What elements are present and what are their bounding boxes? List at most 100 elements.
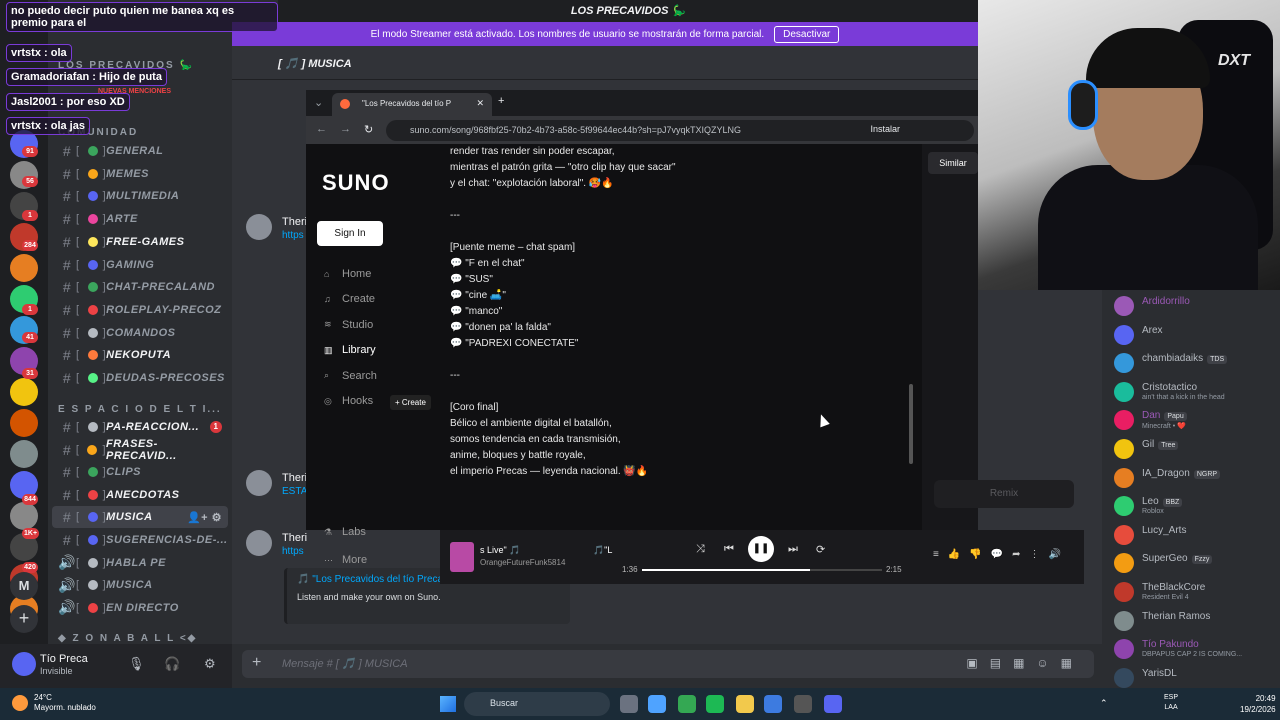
member-item[interactable]: TheBlackCore Resident Evil 4	[1114, 578, 1280, 606]
track-actions-icon[interactable]: ≡👍👎💬➦⋮🔊	[933, 549, 1070, 560]
settings-icon[interactable]: ⚙	[204, 656, 216, 672]
chevron-down-icon[interactable]: ⌄	[314, 96, 323, 109]
avatar[interactable]	[1114, 324, 1134, 345]
close-tab-icon[interactable]: ✕	[476, 98, 484, 109]
channel-deudas-precoses[interactable]: # [ ] DEUDAS-PRECOSES	[52, 367, 228, 389]
member-name[interactable]: Cristotactico	[1142, 382, 1197, 393]
member-name[interactable]: Leo BBZ	[1142, 496, 1183, 508]
message-author[interactable]: Theri	[282, 216, 307, 228]
headphones-icon[interactable]: 🎧	[164, 656, 180, 672]
url-text[interactable]: suno.com/song/968fbf25-70b2-4b73-a58c-5f…	[410, 125, 741, 135]
avatar[interactable]	[12, 652, 36, 676]
tray-overflow-icon[interactable]: ⌃	[1100, 698, 1108, 709]
avatar[interactable]	[1114, 467, 1134, 488]
create-button[interactable]: + Create	[390, 395, 431, 410]
file-explorer-icon[interactable]	[736, 695, 754, 713]
avatar[interactable]	[1114, 496, 1134, 517]
channel-free-games[interactable]: # [ ] FREE-GAMES	[52, 231, 228, 253]
channel-clips[interactable]: # [ ] CLIPS	[52, 461, 228, 483]
xbox-icon[interactable]	[706, 695, 724, 713]
add-server-icon[interactable]: +	[10, 605, 38, 633]
channel-musica[interactable]: # [ ] MUSICA 👤+ ⚙	[52, 506, 228, 529]
new-tab-icon[interactable]: +	[498, 95, 504, 107]
nav-labs[interactable]: ⚗ Labs	[324, 526, 366, 538]
weather-icon[interactable]	[12, 695, 28, 711]
member-name[interactable]: chambiadaiks TDS	[1142, 353, 1228, 365]
channel-roleplay-precoz[interactable]: # [ ] ROLEPLAY-PRECOZ	[52, 299, 228, 321]
member-item[interactable]: Tío Pakundo DBPAPUS CAP 2 IS COMING...	[1114, 635, 1280, 663]
member-item[interactable]: Leo BBZ Roblox	[1114, 492, 1280, 520]
message-avatar[interactable]	[246, 470, 272, 496]
server-icon[interactable]	[10, 502, 38, 530]
channel-settings-icon[interactable]: 👤+ ⚙	[187, 511, 222, 524]
back-icon[interactable]: ←	[316, 123, 327, 135]
discord-icon[interactable]	[824, 695, 842, 713]
member-name[interactable]: Ardidorrillo	[1142, 296, 1190, 307]
progress-bar[interactable]	[642, 569, 882, 571]
store-icon[interactable]	[764, 695, 782, 713]
avatar[interactable]	[1114, 439, 1134, 459]
avatar[interactable]	[1114, 353, 1134, 374]
channel-anecdotas[interactable]: # [ ] ANECDOTAS	[52, 484, 228, 506]
channel-comandos[interactable]: # [ ] COMANDOS	[52, 322, 228, 344]
channel-pa-reaccion-[interactable]: # [ ] PA-REACCION... 1	[52, 416, 228, 438]
member-item[interactable]: Cristotactico ain't that a kick in the he…	[1114, 378, 1280, 406]
avatar[interactable]	[1114, 610, 1134, 631]
channel-habla-pe[interactable]: 🔊 [ ] HABLA PE	[52, 552, 228, 574]
cover-art[interactable]	[450, 542, 474, 572]
member-item[interactable]: Dan Papu Minecraft • ❤️	[1114, 406, 1280, 434]
member-item[interactable]: IA_Dragon NGRP	[1114, 464, 1280, 492]
add-attachment-icon[interactable]: +	[252, 654, 261, 672]
nav-library[interactable]: ▥ Library	[324, 344, 376, 356]
avatar[interactable]	[1114, 381, 1134, 402]
message-avatar[interactable]	[246, 530, 272, 556]
avatar[interactable]	[1114, 639, 1134, 660]
channel-chat-precaland[interactable]: # [ ] CHAT-PRECALAND	[52, 276, 228, 298]
start-icon[interactable]	[440, 696, 456, 712]
avatar[interactable]	[1114, 582, 1134, 602]
server-icon[interactable]	[10, 409, 38, 437]
server-letter-m[interactable]: M	[10, 572, 38, 600]
channel-nekoputa[interactable]: # [ ] NEKOPUTA	[52, 344, 228, 366]
channel-musica[interactable]: 🔊 [ ] MUSICA	[52, 574, 228, 596]
channel-multimedia[interactable]: # [ ] MULTIMEDIA	[52, 185, 228, 207]
message-author[interactable]: Theri	[282, 472, 307, 484]
channel-sugerencias-de-[interactable]: # [ ] SUGERENCIAS-DE-...	[52, 529, 228, 551]
nav-create[interactable]: ♫ Create	[324, 293, 375, 305]
language-indicator[interactable]: ESP LAA	[1164, 693, 1178, 713]
member-item[interactable]: Therian Ramos	[1114, 607, 1280, 635]
previous-icon[interactable]: ⏮	[724, 543, 734, 556]
forward-icon[interactable]: →	[340, 123, 351, 135]
remix-button[interactable]: Remix	[934, 480, 1074, 508]
composer-tools-icon[interactable]: ▣▤▦☺▦	[966, 656, 1084, 670]
member-item[interactable]: Ardidorrillo	[1114, 292, 1280, 320]
composer-placeholder[interactable]: Mensaje # [ 🎵 ] MUSICA	[282, 657, 408, 670]
next-icon[interactable]: ⏭	[788, 543, 798, 556]
avatar[interactable]	[1114, 296, 1134, 316]
steam-icon[interactable]	[794, 695, 812, 713]
server-icon[interactable]	[10, 254, 38, 282]
avatar[interactable]	[1114, 524, 1134, 545]
member-item[interactable]: SuperGeo Fzzy	[1114, 549, 1280, 577]
url-field[interactable]: suno.com/song/968fbf25-70b2-4b73-a58c-5f…	[386, 120, 974, 141]
member-item[interactable]: Gil Tree	[1114, 435, 1280, 463]
channel-en-directo[interactable]: 🔊 [ ] EN DIRECTO	[52, 597, 228, 619]
lyrics-scrollbar[interactable]	[909, 384, 913, 464]
avatar[interactable]	[1114, 410, 1134, 431]
nav-search[interactable]: ⌕ Search	[324, 370, 377, 382]
similar-button[interactable]: Similar	[928, 152, 978, 174]
weather-widget[interactable]: 24°C Mayorm. nublado	[34, 693, 96, 713]
shuffle-icon[interactable]: ⤨	[696, 543, 705, 556]
task-view-icon[interactable]	[620, 695, 638, 713]
nav-studio[interactable]: ≋ Studio	[324, 319, 373, 331]
member-item[interactable]: Arex	[1114, 321, 1280, 349]
install-button[interactable]: Instalar	[870, 124, 900, 134]
server-icon[interactable]	[10, 440, 38, 468]
member-item[interactable]: Lucy_Arts	[1114, 521, 1280, 549]
member-name[interactable]: Dan Papu	[1142, 410, 1187, 422]
channel-arte[interactable]: # [ ] ARTE	[52, 208, 228, 230]
member-name[interactable]: YarisDL	[1142, 668, 1177, 679]
taskbar-clock[interactable]: 20:49 19/2/2026	[1240, 693, 1276, 715]
message-author[interactable]: Theri	[282, 532, 307, 544]
nav-hooks[interactable]: ◎ Hooks	[324, 395, 373, 407]
